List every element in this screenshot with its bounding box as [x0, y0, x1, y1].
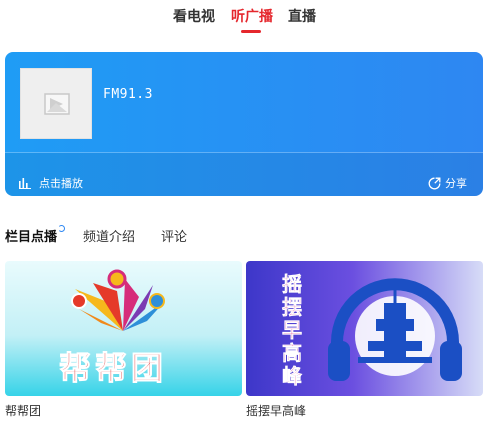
program-title: 摇摆早高峰 — [246, 404, 307, 418]
loading-dot-icon — [58, 225, 65, 232]
station-name: FM91.3 — [103, 87, 153, 102]
program-card[interactable]: 摇摆早高峰 摇摆早高峰 — [246, 261, 483, 419]
tab-channel-intro[interactable]: 频道介绍 — [83, 226, 135, 245]
section-tab-bar: 栏目点播 频道介绍 评论 — [0, 222, 485, 250]
headphone-logo-icon — [328, 278, 462, 381]
active-tab-indicator — [241, 30, 261, 33]
tab-program-on-demand[interactable]: 栏目点播 — [5, 226, 57, 245]
top-tab-bar: 看电视 听广播 直播 — [0, 0, 485, 40]
radio-player-card: FM91.3 点击播放 分享 — [5, 52, 483, 196]
program-card[interactable]: 帮帮团 帮帮团 — [5, 261, 242, 419]
tab-listen-radio[interactable]: 听广播 — [231, 6, 273, 26]
play-label: 点击播放 — [39, 177, 83, 190]
share-button[interactable]: 分享 — [428, 175, 467, 191]
play-button[interactable]: 点击播放 — [19, 175, 83, 191]
image-placeholder-icon — [44, 93, 70, 115]
audio-bars-icon — [19, 177, 31, 189]
tab-comments[interactable]: 评论 — [161, 226, 187, 245]
program-thumbnail: 摇摆早高峰 — [246, 261, 483, 396]
share-icon — [428, 177, 441, 189]
program-title: 帮帮团 — [5, 404, 42, 418]
station-cover — [20, 68, 92, 139]
share-label: 分享 — [445, 177, 467, 190]
tab-live[interactable]: 直播 — [288, 6, 316, 26]
player-footer: 点击播放 分享 — [5, 153, 483, 196]
tab-watch-tv[interactable]: 看电视 — [173, 6, 215, 26]
program-logo-text: 帮帮团 — [58, 349, 168, 388]
program-thumbnail: 帮帮团 — [5, 261, 242, 396]
